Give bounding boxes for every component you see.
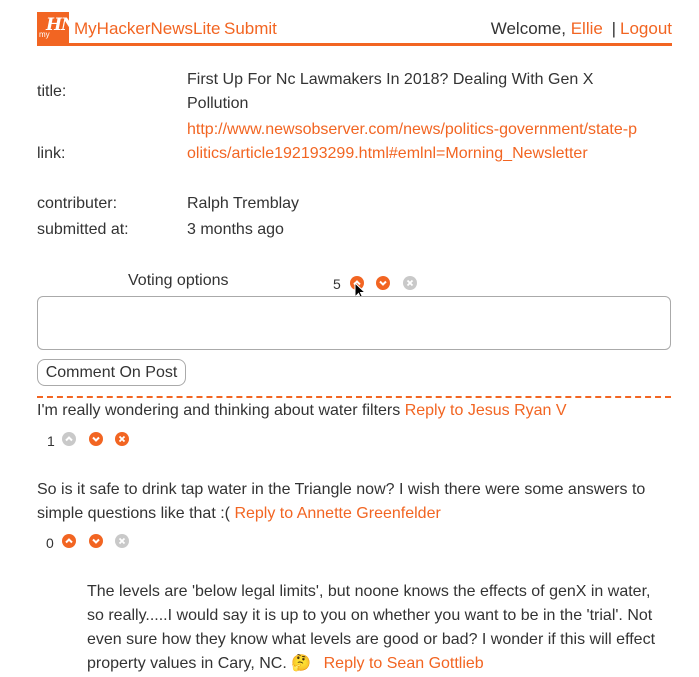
comment-textarea[interactable] [37,296,671,350]
submit-link[interactable]: Submit [224,19,277,39]
comment-on-post-button[interactable]: Comment On Post [37,359,186,386]
logout-link[interactable]: Logout [620,19,672,38]
separator: | [611,19,616,38]
logo-text: HN [46,15,77,35]
downvote-icon[interactable] [89,534,103,548]
logo-icon[interactable]: HN my [37,12,77,44]
reply-link[interactable]: Reply to Jesus Ryan V [405,402,567,419]
comment: The levels are 'below legal limits', but… [87,580,667,676]
voting-label: Voting options [128,272,229,289]
post-title: First Up For Nc Lawmakers In 2018? Deali… [187,71,594,112]
submitted-label: submitted at: [37,221,129,238]
comment: I'm really wondering and thinking about … [37,399,677,423]
thinking-face-emoji: 🤔 [291,655,312,672]
comment-vote-count: 1 [47,433,55,449]
divider [37,396,671,398]
contributor-value: Ralph Tremblay [187,195,300,212]
remove-vote-icon[interactable] [115,432,129,446]
comment-vote-count: 0 [46,535,54,551]
contributor-label: contributer: [37,195,118,212]
remove-vote-icon[interactable] [115,534,129,548]
site-header: HN my MyHackerNewsLite Submit Welcome, E… [37,12,672,46]
title-label: title: [37,83,67,100]
upvote-icon[interactable] [62,432,76,446]
submitted-value: 3 months ago [187,221,284,238]
downvote-icon[interactable] [376,276,390,290]
welcome-text: Welcome, [490,19,566,38]
username-link[interactable]: Ellie [571,19,603,38]
comment-text: I'm really wondering and thinking about … [37,402,401,419]
upvote-icon[interactable] [62,534,76,548]
link-label: link: [37,145,66,162]
user-box: Welcome, Ellie | Logout [491,19,672,39]
brand-link[interactable]: MyHackerNewsLite [74,19,220,39]
post-vote-count: 5 [333,276,341,292]
remove-vote-icon[interactable] [403,276,417,290]
comment: So is it safe to drink tap water in the … [37,478,662,526]
reply-link[interactable]: Reply to Annette Greenfelder [234,505,440,522]
post-link[interactable]: http://www.newsobserver.com/news/politic… [187,118,637,166]
downvote-icon[interactable] [89,432,103,446]
reply-link[interactable]: Reply to Sean Gottlieb [324,655,484,672]
logo-prefix: my [39,30,50,39]
